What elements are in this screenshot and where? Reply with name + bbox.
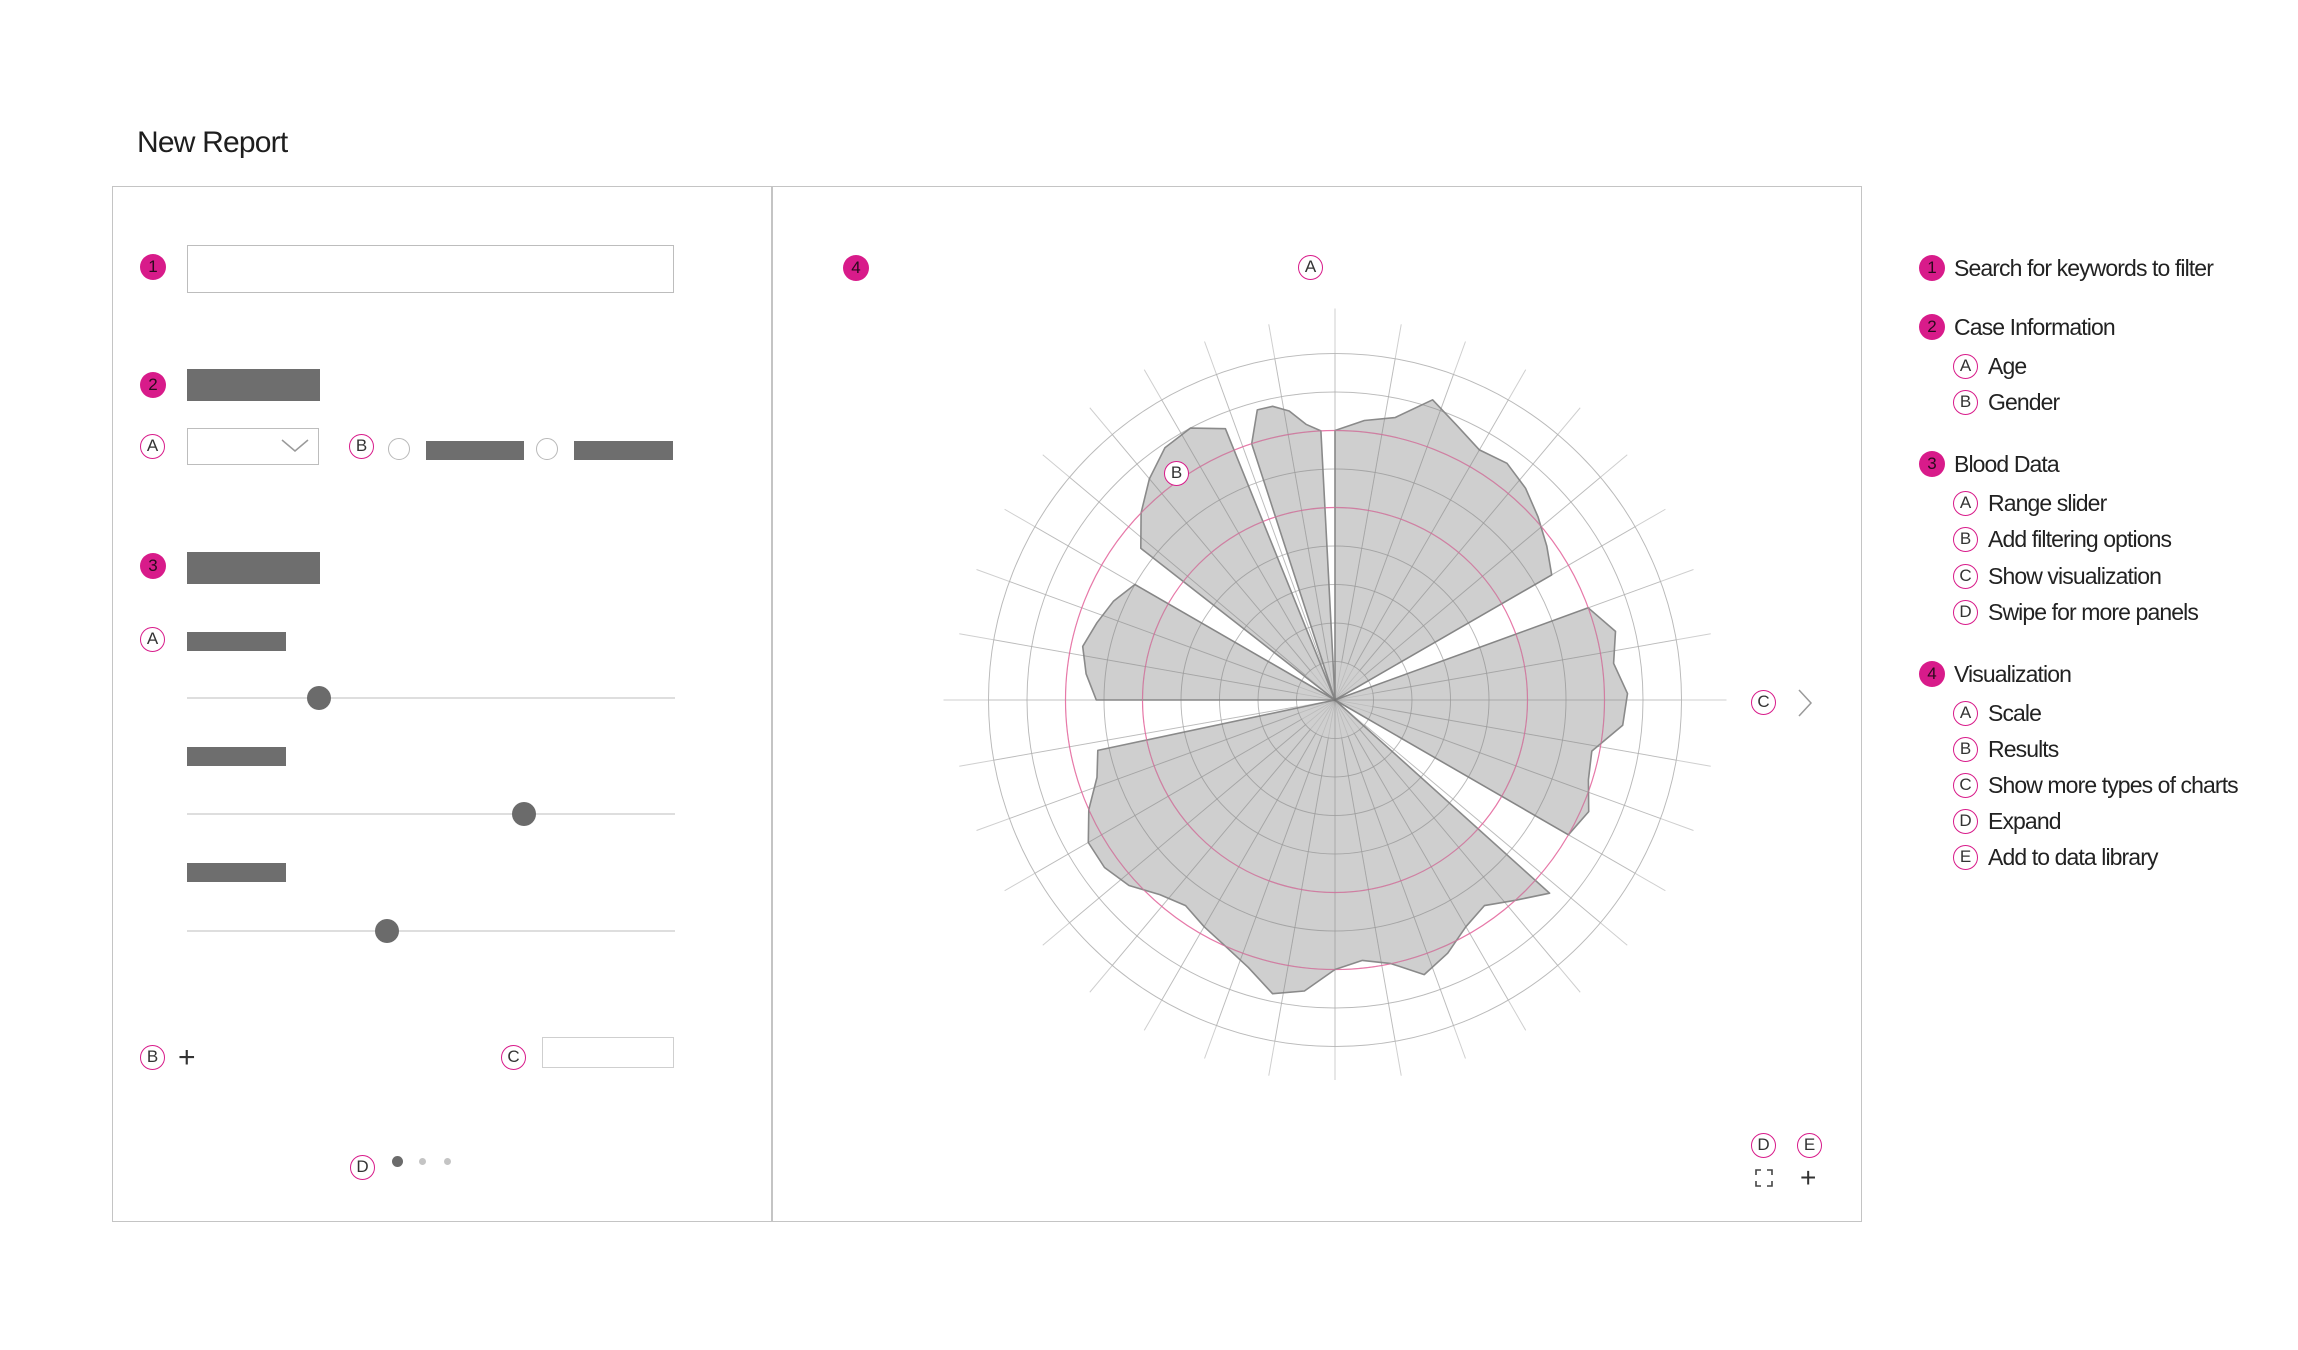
slider-3-handle[interactable] [375, 919, 400, 943]
legend-marker: B [1953, 737, 1978, 762]
badge-blood-data: 3 [140, 553, 166, 579]
legend-marker: A [1953, 491, 1978, 516]
marker-results: B [1164, 461, 1189, 486]
legend-label: Results [1988, 736, 2059, 762]
search-input[interactable] [187, 245, 674, 293]
marker-scale: A [1298, 255, 1323, 280]
expand-icon[interactable] [1754, 1168, 1774, 1188]
pagination-dot[interactable] [391, 1155, 403, 1167]
add-filter-button[interactable]: + [178, 1043, 196, 1073]
slider-2-label [187, 747, 286, 766]
gender-option-2-label [574, 441, 673, 460]
legend-label: Show visualization [1988, 563, 2162, 589]
slider-1-track[interactable] [187, 697, 675, 699]
legend-marker: D [1953, 809, 1978, 834]
marker-age: A [140, 434, 165, 459]
legend-marker: A [1953, 354, 1978, 379]
legend-label: Range slider [1988, 490, 2107, 516]
blood-data-heading [187, 552, 320, 584]
legend-label: Show more types of charts [1988, 772, 2239, 798]
legend-marker: B [1953, 527, 1978, 552]
slider-2-handle[interactable] [511, 802, 536, 826]
legend-label: Case Information [1954, 314, 2116, 340]
badge-case-information: 2 [140, 372, 166, 398]
marker-show-visualization: C [501, 1045, 526, 1070]
legend-badge: 2 [1919, 314, 1945, 340]
radar-chart [943, 308, 1727, 1080]
marker-add-library: E [1797, 1133, 1822, 1158]
slider-2-track[interactable] [187, 813, 675, 815]
pagination-dot[interactable] [443, 1157, 451, 1165]
pagination-dot[interactable] [418, 1157, 426, 1165]
marker-expand: D [1751, 1133, 1776, 1158]
age-dropdown[interactable] [187, 428, 319, 465]
show-visualization-button[interactable] [542, 1037, 674, 1068]
legend-badge: 3 [1919, 451, 1945, 477]
badge-visualization: 4 [843, 255, 869, 281]
legend-marker: E [1953, 845, 1978, 870]
legend-marker: D [1953, 600, 1978, 625]
legend-label: Search for keywords to filter [1954, 255, 2214, 281]
case-information-heading [187, 369, 320, 401]
slider-3-track[interactable] [187, 930, 675, 932]
add-to-library-button[interactable]: + [1800, 1163, 1816, 1193]
marker-range-slider: A [140, 627, 165, 652]
legend-badge: 1 [1919, 255, 1945, 281]
slider-1-label [187, 632, 286, 651]
panel-divider [771, 186, 773, 1222]
badge-search: 1 [140, 254, 166, 280]
legend-label: Gender [1988, 389, 2060, 415]
legend-label: Scale [1988, 700, 2042, 726]
gender-radio-1[interactable] [388, 438, 410, 460]
legend-label: Age [1988, 353, 2027, 379]
gender-option-1-label [426, 441, 524, 460]
legend-label: Swipe for more panels [1988, 599, 2199, 625]
chevron-down-icon [281, 439, 309, 452]
gender-radio-2[interactable] [536, 438, 558, 460]
slider-1-handle[interactable] [306, 686, 331, 710]
legend-label: Blood Data [1954, 451, 2060, 477]
legend-badge: 4 [1919, 661, 1945, 687]
legend-label: Visualization [1954, 661, 2072, 687]
chevron-right-icon[interactable] [1795, 688, 1815, 718]
legend-label: Expand [1988, 808, 2062, 834]
legend-label: Add to data library [1988, 844, 2158, 870]
marker-more-charts: C [1751, 690, 1776, 715]
slider-3-label [187, 863, 286, 882]
legend-marker: A [1953, 701, 1978, 726]
legend-marker: B [1953, 390, 1978, 415]
legend-marker: C [1953, 773, 1978, 798]
marker-swipe-panels: D [350, 1155, 375, 1180]
legend-label: Add filtering options [1988, 526, 2172, 552]
marker-add-filter: B [140, 1045, 165, 1070]
marker-gender: B [349, 434, 374, 459]
legend-marker: C [1953, 564, 1978, 589]
page-title: New Report [137, 126, 288, 159]
